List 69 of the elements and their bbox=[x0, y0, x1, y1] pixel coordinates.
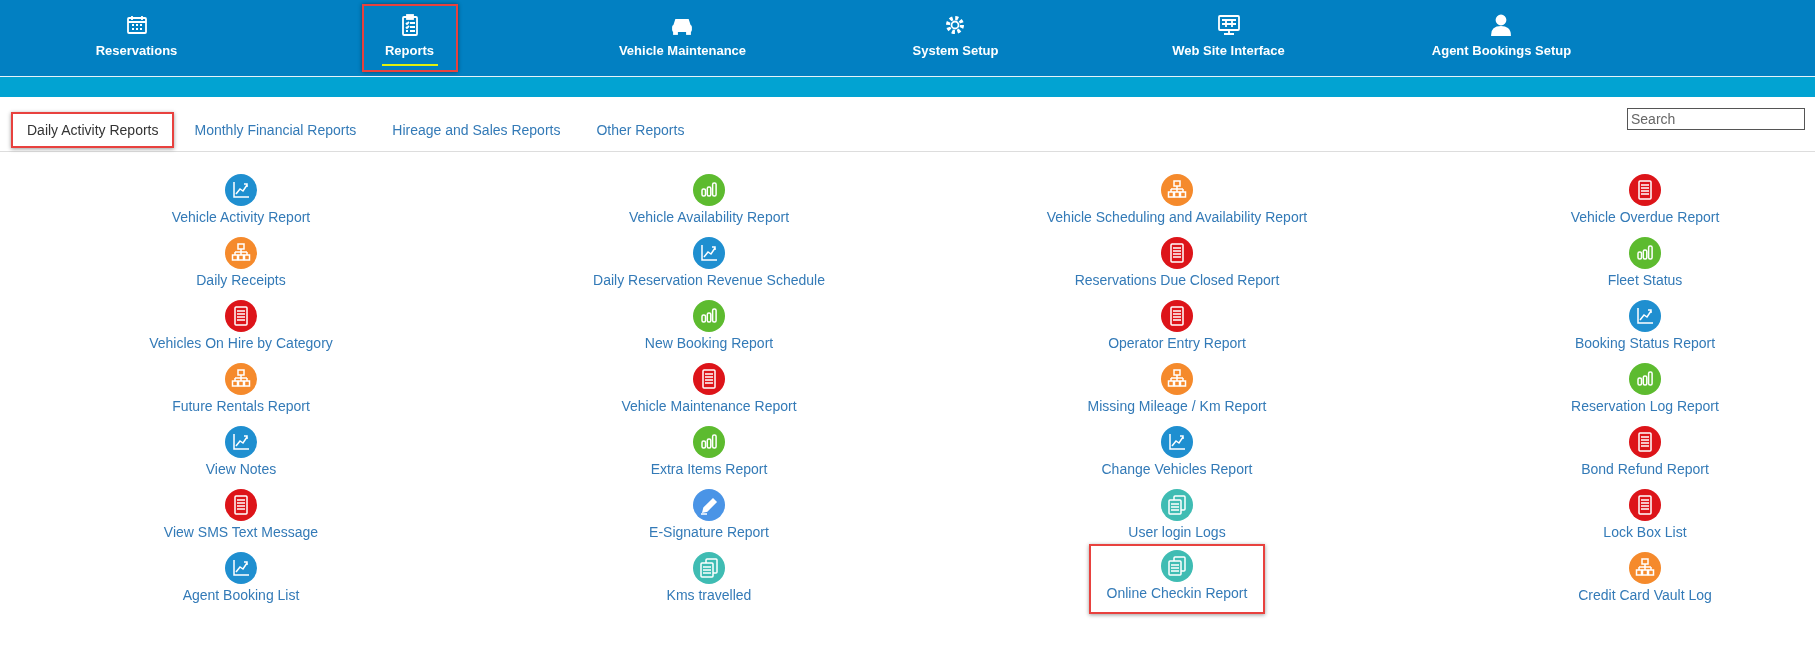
hierarchy-icon bbox=[225, 237, 257, 269]
hierarchy-icon bbox=[225, 363, 257, 395]
report-tab[interactable]: Hireage and Sales Reports bbox=[376, 112, 577, 148]
report-link[interactable]: Vehicle Maintenance Report bbox=[619, 361, 799, 424]
bar-chart-icon bbox=[693, 174, 725, 206]
search-field[interactable]: Search bbox=[1627, 108, 1805, 130]
bar-chart-icon bbox=[1629, 363, 1661, 395]
report-link[interactable]: Booking Status Report bbox=[1572, 298, 1718, 361]
report-link[interactable]: Daily Receipts bbox=[194, 235, 288, 298]
report-tab[interactable]: Daily Activity Reports bbox=[11, 112, 175, 148]
report-link[interactable]: View SMS Text Message bbox=[161, 487, 321, 550]
report-link[interactable]: Bond Refund Report bbox=[1579, 424, 1711, 487]
report-link[interactable]: Fleet Status bbox=[1605, 235, 1685, 298]
report-link[interactable]: Vehicle Availability Report bbox=[626, 172, 792, 235]
report-link[interactable]: Lock Box List bbox=[1601, 487, 1689, 550]
report-tab[interactable]: Monthly Financial Reports bbox=[178, 112, 373, 148]
document-icon bbox=[225, 300, 257, 332]
report-link[interactable]: Agent Booking List bbox=[180, 550, 302, 613]
nav-item[interactable]: System Setup bbox=[892, 4, 1019, 64]
nav-item[interactable]: Vehicle Maintenance bbox=[598, 4, 767, 64]
report-link[interactable]: Credit Card Vault Log bbox=[1576, 550, 1714, 613]
document-icon bbox=[1629, 426, 1661, 458]
report-link[interactable]: Future Rentals Report bbox=[170, 361, 312, 424]
report-link[interactable]: Operator Entry Report bbox=[1106, 298, 1248, 361]
line-chart-icon bbox=[1629, 300, 1661, 332]
nav-item[interactable]: Reports bbox=[361, 4, 458, 72]
report-link[interactable]: View Notes bbox=[203, 424, 279, 487]
files-icon bbox=[693, 552, 725, 584]
line-chart-icon bbox=[693, 237, 725, 269]
report-link[interactable]: Vehicles On Hire by Category bbox=[147, 298, 335, 361]
bar-chart-icon bbox=[1629, 237, 1661, 269]
report-link[interactable]: E-Signature Report bbox=[647, 487, 771, 550]
report-link[interactable]: New Booking Report bbox=[642, 298, 776, 361]
bar-chart-icon bbox=[693, 300, 725, 332]
document-icon bbox=[1161, 300, 1193, 332]
report-tab[interactable]: Other Reports bbox=[580, 112, 701, 148]
report-link[interactable]: Reservations Due Closed Report bbox=[1072, 235, 1282, 298]
monitor-icon bbox=[1216, 13, 1241, 37]
nav-item[interactable]: Agent Bookings Setup bbox=[1411, 4, 1592, 64]
document-icon bbox=[693, 363, 725, 395]
report-link[interactable]: Missing Mileage / Km Report bbox=[1085, 361, 1269, 424]
report-link[interactable]: Vehicle Scheduling and Availability Report bbox=[1044, 172, 1310, 235]
report-link[interactable]: Vehicle Activity Report bbox=[169, 172, 313, 235]
nav-item[interactable]: Reservations bbox=[75, 4, 198, 64]
document-icon bbox=[225, 489, 257, 521]
report-link[interactable]: Daily Reservation Revenue Schedule bbox=[591, 235, 827, 298]
document-icon bbox=[1629, 174, 1661, 206]
hierarchy-icon bbox=[1161, 363, 1193, 395]
report-link[interactable]: Online Checkin Report bbox=[1088, 544, 1266, 614]
document-icon bbox=[1629, 489, 1661, 521]
pen-icon bbox=[693, 489, 725, 521]
files-icon bbox=[1161, 489, 1193, 521]
nav-item[interactable]: Web Site Interface bbox=[1152, 4, 1305, 64]
line-chart-icon bbox=[1161, 426, 1193, 458]
report-link[interactable]: Change Vehicles Report bbox=[1099, 424, 1255, 487]
hierarchy-icon bbox=[1629, 552, 1661, 584]
line-chart-icon bbox=[225, 426, 257, 458]
report-link[interactable]: Reservation Log Report bbox=[1569, 361, 1721, 424]
report-link[interactable]: Extra Items Report bbox=[648, 424, 770, 487]
bar-chart-icon bbox=[693, 426, 725, 458]
document-icon bbox=[1161, 237, 1193, 269]
hierarchy-icon bbox=[1161, 174, 1193, 206]
line-chart-icon bbox=[225, 174, 257, 206]
files-icon bbox=[1161, 550, 1193, 582]
report-link[interactable]: Kms travelled bbox=[664, 550, 754, 613]
report-link[interactable]: Vehicle Overdue Report bbox=[1568, 172, 1722, 235]
line-chart-icon bbox=[225, 552, 257, 584]
calendar-icon bbox=[124, 13, 149, 37]
person-icon bbox=[1489, 13, 1514, 37]
